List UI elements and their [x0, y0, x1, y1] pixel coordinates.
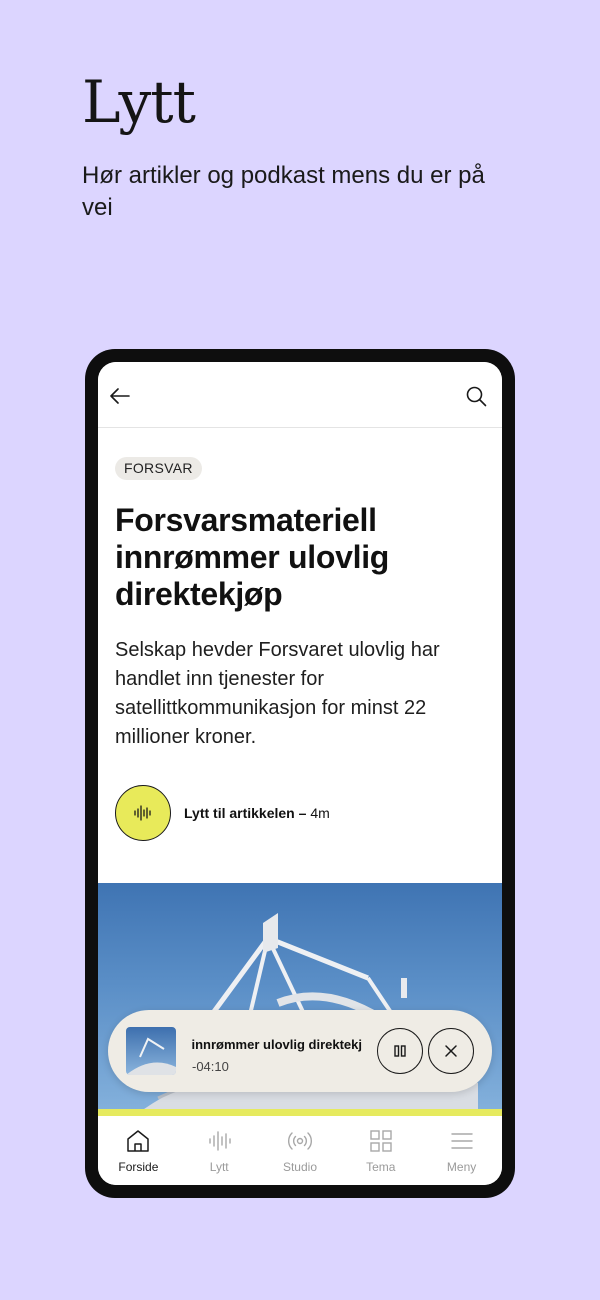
tab-label: Lytt [209, 1160, 229, 1174]
tab-lytt[interactable]: Lytt [179, 1116, 260, 1185]
tab-meny[interactable]: Meny [421, 1116, 502, 1185]
back-button[interactable] [108, 384, 132, 408]
phone-frame: FORSVAR Forsvarsmateriell innrømmer ulov… [85, 349, 515, 1198]
article-lead: Selskap hevder Forsvaret ulovlig har han… [115, 639, 440, 748]
listen-text: Lytt til artikkelen – [184, 805, 307, 821]
listen-article-button[interactable] [115, 785, 171, 841]
close-icon [445, 1045, 457, 1057]
phone-screen: FORSVAR Forsvarsmateriell innrømmer ulov… [98, 362, 502, 1185]
bottom-tab-bar: Forside Lytt Studio Tema Meny [98, 1116, 502, 1185]
audio-wave-icon [134, 805, 151, 821]
article-headline: Forsvarsmateriell innrømmer ulovlig dire… [115, 502, 390, 612]
tab-tema[interactable]: Tema [340, 1116, 421, 1185]
arrow-left-icon [110, 388, 130, 404]
listen-label[interactable]: Lytt til artikkelen – 4m [184, 805, 330, 821]
tab-label: Meny [446, 1160, 477, 1174]
pause-icon [394, 1045, 406, 1057]
search-icon [466, 386, 487, 407]
audio-wave-icon [209, 1131, 231, 1151]
listen-duration: 4m [310, 805, 330, 821]
tab-label: Forside [118, 1160, 159, 1174]
pause-button[interactable] [377, 1028, 423, 1074]
broadcast-icon [288, 1132, 312, 1150]
page-subtitle: Hør artikler og podkast mens du er på ve… [82, 162, 485, 221]
player-title: ell innrømmer ulovlig direktekj [192, 1037, 362, 1052]
player-time: -04:10 [192, 1059, 229, 1074]
accent-strip [98, 1109, 502, 1116]
top-bar [98, 362, 502, 428]
home-icon [127, 1130, 150, 1152]
search-button[interactable] [464, 384, 488, 408]
player-thumbnail [126, 1027, 176, 1075]
menu-icon [450, 1133, 473, 1149]
tab-label: Tema [366, 1160, 396, 1174]
close-player-button[interactable] [428, 1028, 474, 1074]
tab-studio[interactable]: Studio [260, 1116, 341, 1185]
category-tag[interactable]: FORSVAR [115, 457, 202, 480]
tab-label: Studio [282, 1160, 317, 1174]
grid-icon [370, 1130, 392, 1152]
tab-forside[interactable]: Forside [98, 1116, 179, 1185]
page-title: Lytt [82, 68, 196, 136]
mini-player[interactable]: ell innrømmer ulovlig direktekj -04:10 [108, 1010, 492, 1092]
